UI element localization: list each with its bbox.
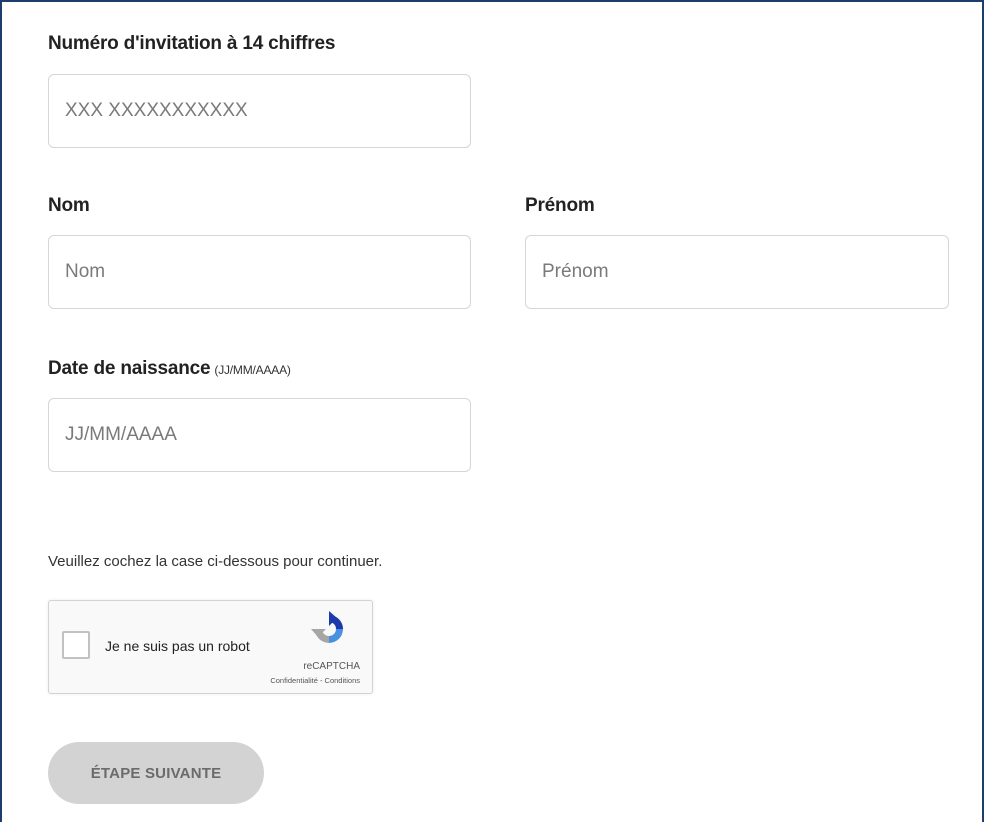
recaptcha-privacy-link[interactable]: Confidentialité — [270, 676, 318, 685]
recaptcha-links: Confidentialité - Conditions — [270, 676, 360, 685]
last-name-input[interactable] — [48, 235, 471, 309]
birth-date-format-hint: (JJ/MM/AAAA) — [214, 363, 291, 377]
recaptcha-checkbox[interactable] — [62, 631, 90, 659]
birth-date-label-text: Date de naissance — [48, 358, 211, 379]
captcha-notice: Veuillez cochez la case ci-dessous pour … — [48, 553, 383, 570]
birth-date-label: Date de naissance (JJ/MM/AAAA) — [48, 358, 291, 380]
recaptcha-widget: Je ne suis pas un robot reCAPTCHA Confid… — [48, 600, 373, 694]
recaptcha-links-separator: - — [317, 676, 325, 685]
recaptcha-checkbox-label: Je ne suis pas un robot — [105, 638, 250, 654]
first-name-label: Prénom — [525, 195, 595, 216]
recaptcha-brand: reCAPTCHA — [303, 661, 360, 672]
last-name-label: Nom — [48, 195, 90, 216]
recaptcha-terms-link[interactable]: Conditions — [325, 676, 360, 685]
recaptcha-logo-icon — [311, 611, 343, 643]
invitation-number-input[interactable] — [48, 74, 471, 148]
first-name-input[interactable] — [525, 235, 949, 309]
birth-date-input[interactable] — [48, 398, 471, 472]
next-step-button[interactable]: ÉTAPE SUIVANTE — [48, 742, 264, 804]
invitation-number-label: Numéro d'invitation à 14 chiffres — [48, 33, 336, 54]
